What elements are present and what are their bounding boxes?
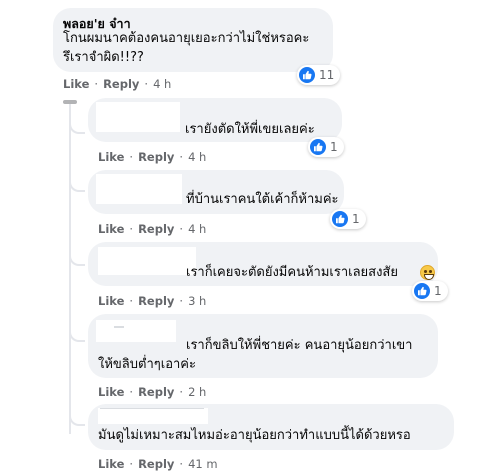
reaction-count: 11 (319, 68, 335, 82)
reply-link[interactable]: Reply (138, 294, 174, 308)
timestamp[interactable]: 2 h (188, 385, 206, 399)
reaction-count-badge[interactable]: 1 (308, 137, 344, 157)
timestamp[interactable]: 4 h (188, 150, 206, 164)
separator-dot: · (179, 294, 184, 308)
like-link[interactable]: Like (98, 385, 124, 399)
reply-link[interactable]: Reply (138, 222, 174, 236)
reply-actions: Like · Reply · 2 h (98, 385, 206, 399)
timestamp[interactable]: 4 h (188, 222, 206, 236)
like-thumb-icon (310, 139, 326, 155)
redacted-author (96, 174, 182, 204)
separator-dot: · (179, 222, 184, 236)
timestamp[interactable]: 3 h (188, 294, 206, 308)
reply-bubble: เรายังตัดให้พี่เขยเลยค่ะ (88, 98, 342, 142)
reply-actions: Like · Reply · 4 h (98, 150, 206, 164)
timestamp[interactable]: 4 h (153, 77, 171, 91)
reaction-count: 1 (434, 284, 442, 298)
separator-dot: · (129, 294, 134, 308)
like-thumb-icon (414, 283, 430, 299)
separator-dot: · (129, 457, 134, 471)
like-link[interactable]: Like (63, 77, 89, 91)
reply-link[interactable]: Reply (138, 457, 174, 471)
reply-actions: Like · Reply · 41 m (98, 457, 218, 471)
timestamp[interactable]: 41 m (188, 457, 218, 471)
thread-connector (69, 328, 85, 342)
separator-dot: · (144, 77, 149, 91)
thread-connector (69, 412, 85, 426)
separator-dot: · (179, 385, 184, 399)
reply-link[interactable]: Reply (103, 77, 139, 91)
like-thumb-icon (332, 211, 348, 227)
like-link[interactable]: Like (98, 150, 124, 164)
separator-dot: · (94, 77, 99, 91)
reply-text: มันดูไม่เหมาะสมไหมอ่ะอายุน้อยกว่าทำแบบนี… (98, 428, 411, 443)
reply-actions: Like · Reply · 3 h (98, 294, 206, 308)
reaction-count: 1 (330, 140, 338, 154)
like-link[interactable]: Like (98, 222, 124, 236)
thread-connector (69, 120, 85, 134)
like-link[interactable]: Like (98, 294, 124, 308)
separator-dot: · (129, 385, 134, 399)
haha-emoji-icon (420, 265, 435, 280)
reply-actions: Like · Reply · 4 h (98, 222, 206, 236)
reply-text: เราก็เคยจะตัดยังมีคนห้ามเราเลยสงสัย (186, 265, 398, 280)
comment-text: โกนผมนาคต้องคนอายุเยอะกว่าไม่ใช่หรอคะ รึ… (63, 31, 310, 65)
thread-connector (69, 252, 85, 266)
thread-line (69, 104, 71, 434)
thread-connector (69, 178, 85, 192)
redacted-author (98, 247, 196, 275)
separator-dot: · (129, 150, 134, 164)
reply-link[interactable]: Reply (138, 385, 174, 399)
redacted-author-residue (100, 408, 204, 409)
reaction-count-badge[interactable]: 1 (412, 281, 448, 301)
separator-dot: · (179, 457, 184, 471)
main-comment-bubble: พลอย'ย จ๋าา โกนผมนาคต้องคนอายุเยอะกว่าไม… (53, 8, 333, 72)
separator-dot: · (129, 222, 134, 236)
separator-dot: · (179, 150, 184, 164)
redacted-author-residue (114, 326, 124, 328)
like-link[interactable]: Like (98, 457, 124, 471)
redacted-author (98, 408, 208, 424)
reply-bubble: เราก็ขลิบให้พี่ชายค่ะ คนอายุน้อยกว่าเขา … (88, 314, 438, 378)
reaction-count: 1 (352, 212, 360, 226)
reply-text: ที่บ้านเราคนใต้เค้าก็ห้ามค่ะ (186, 192, 339, 207)
redacted-author (96, 102, 180, 132)
reply-bubble: มันดูไม่เหมาะสมไหมอ่ะอายุน้อยกว่าทำแบบนี… (88, 404, 454, 450)
reply-bubble: ที่บ้านเราคนใต้เค้าก็ห้ามค่ะ (88, 170, 344, 214)
comment-actions: Like · Reply · 4 h (63, 77, 171, 91)
like-thumb-icon (299, 67, 315, 83)
reply-link[interactable]: Reply (138, 150, 174, 164)
reply-text: เราก็ขลิบให้พี่ชายค่ะ คนอายุน้อยกว่าเขา … (98, 338, 413, 372)
reply-bubble: เราก็เคยจะตัดยังมีคนห้ามเราเลยสงสัย (88, 242, 438, 286)
reaction-count-badge[interactable]: 1 (330, 209, 366, 229)
reaction-count-badge[interactable]: 11 (297, 65, 341, 85)
